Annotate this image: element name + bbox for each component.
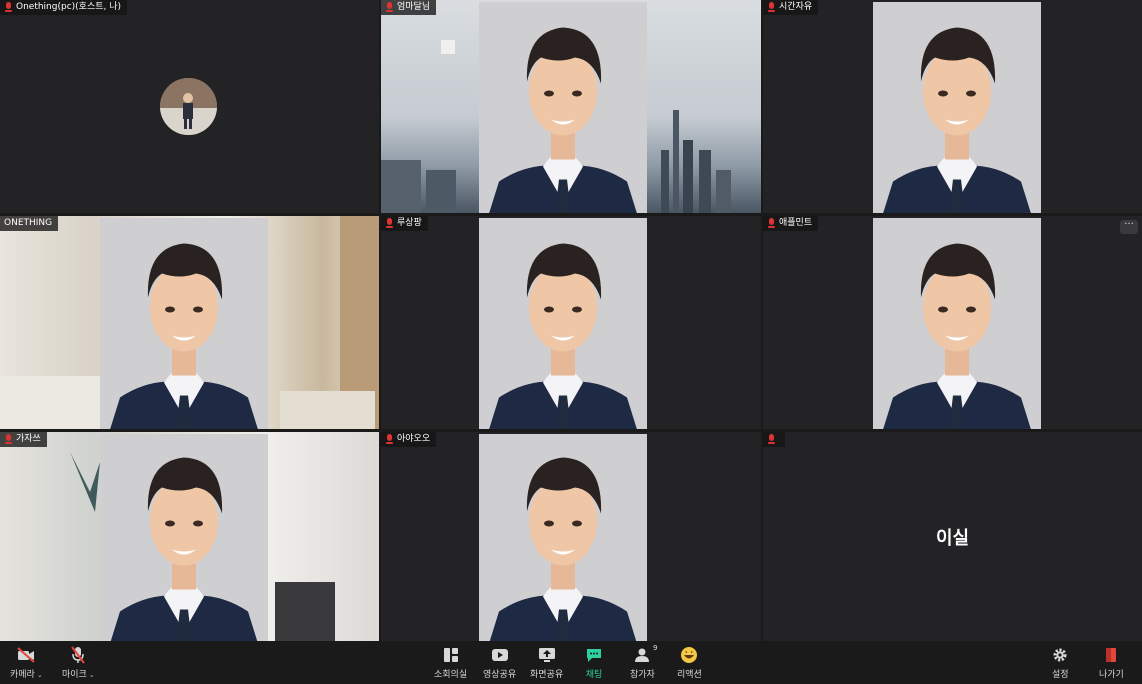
participant-name-bar: Onething(pc)(호스트, 나)	[0, 0, 128, 15]
participant-tile[interactable]: 엄마달님	[381, 0, 761, 213]
participant-name: ONETHING	[4, 218, 53, 228]
mic-muted-icon	[767, 434, 776, 445]
reaction-button[interactable]: 리액션	[677, 645, 702, 681]
chevron-down-icon[interactable]: ⌄	[37, 671, 43, 679]
reaction-icon	[680, 645, 698, 665]
screen-share-label: 화면공유	[530, 670, 564, 680]
mic-muted-icon	[385, 218, 394, 229]
participant-count-badge: 9	[652, 644, 658, 652]
participant-name-bar: 아야오오	[381, 432, 437, 447]
chevron-down-icon[interactable]: ⌄	[89, 671, 95, 679]
participant-tile[interactable]: 시간자유	[763, 0, 1142, 213]
more-options-button[interactable]: ···	[1120, 220, 1138, 234]
camera-label: 카메라	[10, 670, 35, 680]
participant-name-bar	[763, 432, 785, 447]
participant-name: Onething(pc)(호스트, 나)	[16, 2, 122, 12]
participant-name-bar: 엄마달님	[381, 0, 437, 15]
participant-tile[interactable]: 애플민트 ···	[763, 216, 1142, 429]
settings-label: 설정	[1052, 670, 1069, 680]
chat-button[interactable]: 채팅	[585, 645, 603, 681]
participant-video	[100, 218, 268, 429]
participant-name-bar: 루상팡	[381, 216, 428, 231]
mic-label: 마이크	[62, 670, 87, 680]
participant-video	[100, 434, 268, 641]
leave-button[interactable]: 나가기	[1099, 645, 1124, 681]
screen-share-button[interactable]: 화면공유	[530, 645, 563, 681]
participants-button[interactable]: 9 참가자	[630, 644, 657, 681]
participant-tile[interactable]: ONETHING	[0, 216, 379, 429]
participant-name: 가자쓰	[16, 434, 41, 444]
participant-name-bar: ONETHING	[0, 216, 59, 231]
mic-muted-icon	[4, 2, 13, 13]
mic-off-icon	[70, 645, 86, 665]
video-grid: Onething(pc)(호스트, 나) 엄마달님 시간자유 ONETHING …	[0, 0, 1142, 641]
participant-name: 엄마달님	[397, 2, 431, 12]
participants-label: 참가자	[630, 670, 655, 680]
participant-tile[interactable]: 가자쓰	[0, 432, 379, 641]
mic-muted-icon	[767, 2, 776, 13]
video-share-icon	[491, 645, 509, 665]
participant-name: 애플민트	[779, 218, 813, 228]
leave-icon	[1104, 645, 1118, 665]
video-share-label: 영상공유	[483, 670, 517, 680]
camera-off-icon	[16, 645, 36, 665]
participant-display-name: 이실	[935, 527, 970, 549]
mic-muted-icon	[4, 434, 13, 445]
participant-video	[479, 218, 647, 429]
participant-video	[479, 434, 647, 641]
participant-tile[interactable]: 이실	[763, 432, 1142, 641]
chat-icon	[585, 645, 603, 665]
screen-share-icon	[538, 645, 556, 665]
participant-name: 루상팡	[397, 218, 422, 228]
participant-video	[479, 2, 647, 213]
settings-button[interactable]: 설정	[1052, 645, 1069, 681]
leave-label: 나가기	[1099, 670, 1124, 680]
mic-muted-icon	[767, 218, 776, 229]
participant-tile[interactable]: 루상팡	[381, 216, 761, 429]
participant-video	[873, 2, 1041, 213]
camera-button[interactable]: 카메라 ⌄	[10, 645, 43, 681]
reaction-label: 리액션	[677, 670, 702, 680]
mic-button[interactable]: 마이크 ⌄	[62, 645, 95, 681]
participant-video	[873, 218, 1041, 429]
mic-muted-icon	[385, 2, 394, 13]
breakout-rooms-icon	[443, 645, 459, 665]
participants-icon: 9	[634, 644, 657, 665]
breakout-rooms-button[interactable]: 소회의실	[434, 645, 467, 681]
video-share-button[interactable]: 영상공유	[483, 645, 516, 681]
participant-name-bar: 시간자유	[763, 0, 819, 15]
mic-muted-icon	[385, 434, 394, 445]
avatar	[160, 78, 217, 135]
participant-name-bar: 애플민트	[763, 216, 819, 231]
meeting-toolbar: 카메라 ⌄ 마이크 ⌄ 소회의실 영상공유 화면공유 채팅 9 참가자 리액션 …	[0, 641, 1142, 684]
participant-name: 시간자유	[779, 2, 813, 12]
gear-icon	[1052, 645, 1068, 665]
chat-label: 채팅	[585, 670, 603, 680]
breakout-rooms-label: 소회의실	[434, 670, 468, 680]
participant-name-bar: 가자쓰	[0, 432, 47, 447]
participant-name: 아야오오	[397, 434, 431, 444]
participant-tile[interactable]: 아야오오	[381, 432, 761, 641]
participant-tile[interactable]: Onething(pc)(호스트, 나)	[0, 0, 379, 213]
